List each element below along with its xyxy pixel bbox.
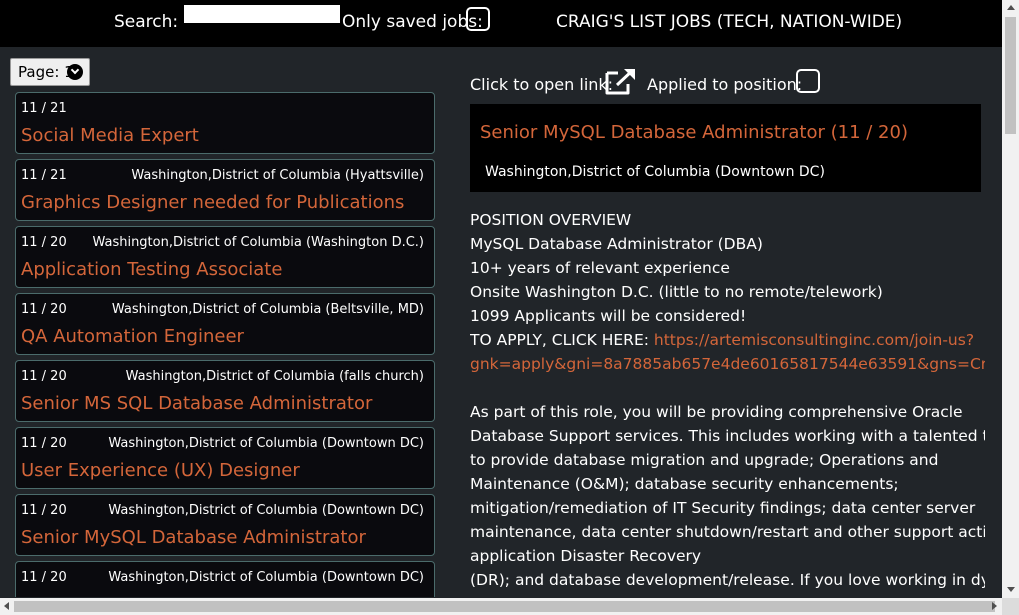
job-title[interactable]: Social Media Expert: [21, 125, 199, 146]
job-card[interactable]: 11 / 20 Washington,District of Columbia …: [15, 226, 435, 288]
description-line: 10+ years of relevant experience: [470, 259, 730, 277]
job-description: POSITION OVERVIEW MySQL Database Adminis…: [470, 208, 985, 597]
detail-title: Senior MySQL Database Administrator (11 …: [480, 122, 908, 143]
header-bar: Search: Only saved jobs: CRAIG'S LIST JO…: [0, 0, 1002, 47]
job-location: Washington,District of Columbia (Downtow…: [108, 570, 424, 585]
job-title[interactable]: QA Automation Engineer: [21, 326, 244, 347]
scroll-left-icon[interactable]: [4, 602, 9, 610]
job-location: Washington,District of Columbia (falls c…: [125, 369, 424, 384]
chevron-down-icon: [67, 64, 83, 80]
description-line: As part of this role, you will be provid…: [470, 403, 963, 421]
job-location: Washington,District of Columbia (Washing…: [92, 235, 424, 250]
job-location: Washington,District of Columbia (Downtow…: [108, 436, 424, 451]
apply-link-continued[interactable]: gnk=apply&gni=8a7885ab657e4de60165817544…: [470, 352, 985, 376]
description-line: mitigation/remediation of IT Security fi…: [470, 499, 976, 517]
vertical-scrollbar[interactable]: [1002, 0, 1019, 598]
job-date: 11 / 20: [21, 369, 67, 384]
external-link-icon[interactable]: [604, 66, 638, 96]
description-line: to provide database migration and upgrad…: [470, 451, 939, 469]
job-card[interactable]: 11 / 20 Washington,District of Columbia …: [15, 494, 435, 556]
job-title[interactable]: Graphics Designer needed for Publication…: [21, 192, 404, 213]
vertical-scroll-thumb[interactable]: [1005, 17, 1016, 134]
page-select[interactable]: Page: 1: [10, 58, 90, 86]
description-line: maintenance, data center shutdown/restar…: [470, 523, 985, 541]
saved-jobs-checkbox[interactable]: [466, 7, 490, 31]
job-card[interactable]: 11 / 20 Washington,District of Columbia …: [15, 427, 435, 489]
job-title[interactable]: Senior MS SQL Database Administrator: [21, 393, 372, 414]
scroll-right-icon[interactable]: [992, 602, 997, 610]
saved-filter-label: Only saved jobs:: [342, 12, 483, 32]
job-date: 11 / 21: [21, 101, 67, 116]
job-card[interactable]: 11 / 21 Social Media Expert: [15, 92, 435, 154]
applied-label: Applied to position:: [647, 75, 803, 94]
scrollbar-corner: [1002, 598, 1019, 615]
description-line: application Disaster Recovery: [470, 547, 702, 565]
scroll-down-icon[interactable]: [1007, 587, 1015, 592]
job-location: Washington,District of Columbia (Beltsvi…: [111, 302, 424, 317]
job-title[interactable]: Senior MySQL Database Administrator: [21, 527, 366, 548]
app-title: CRAIG'S LIST JOBS (TECH, NATION-WIDE): [556, 12, 903, 32]
scroll-up-icon[interactable]: [1007, 5, 1015, 10]
apply-link[interactable]: https://artemisconsultinginc.com/join-us…: [654, 331, 974, 349]
job-card[interactable]: 11 / 20 Washington,District of Columbia …: [15, 561, 435, 597]
job-detail-header: Senior MySQL Database Administrator (11 …: [470, 104, 981, 192]
job-title[interactable]: Application Testing Associate: [21, 259, 282, 280]
apply-prefix: TO APPLY, CLICK HERE:: [470, 331, 654, 349]
description-line: 1099 Applicants will be considered!: [470, 307, 747, 325]
job-card[interactable]: 11 / 20 Washington,District of Columbia …: [15, 360, 435, 422]
search-input[interactable]: [184, 5, 340, 23]
apply-line: TO APPLY, CLICK HERE: https://artemiscon…: [470, 328, 985, 352]
job-date: 11 / 20: [21, 302, 67, 317]
description-line: (DR); and database development/release. …: [470, 571, 985, 589]
job-list: 11 / 21 Social Media Expert 11 / 21 Wash…: [15, 92, 435, 597]
search-label: Search:: [114, 12, 179, 32]
description-line: Maintenance (O&M); database security enh…: [470, 475, 899, 493]
job-date: 11 / 21: [21, 168, 67, 183]
description-line: Database Support services. This includes…: [470, 427, 985, 445]
applied-checkbox[interactable]: [796, 69, 820, 93]
job-date: 11 / 20: [21, 235, 67, 250]
description-line: Onsite Washington D.C. (little to no rem…: [470, 283, 883, 301]
job-location: Washington,District of Columbia (Hyattsv…: [131, 168, 424, 183]
detail-location: Washington,District of Columbia (Downtow…: [485, 164, 825, 180]
horizontal-scrollbar[interactable]: [0, 598, 1002, 615]
job-card[interactable]: 11 / 20 Washington,District of Columbia …: [15, 293, 435, 355]
job-card[interactable]: 11 / 21 Washington,District of Columbia …: [15, 159, 435, 221]
job-date: 11 / 20: [21, 436, 67, 451]
job-date: 11 / 20: [21, 503, 67, 518]
job-date: 11 / 20: [21, 570, 67, 585]
job-title[interactable]: User Experience (UX) Designer: [21, 460, 300, 481]
job-location: Washington,District of Columbia (Downtow…: [108, 503, 424, 518]
open-link-label: Click to open link:: [470, 75, 614, 94]
description-line: POSITION OVERVIEW: [470, 211, 632, 229]
horizontal-scroll-thumb[interactable]: [14, 601, 995, 612]
page-select-label: Page: 1: [18, 63, 74, 81]
description-line: MySQL Database Administrator (DBA): [470, 235, 763, 253]
